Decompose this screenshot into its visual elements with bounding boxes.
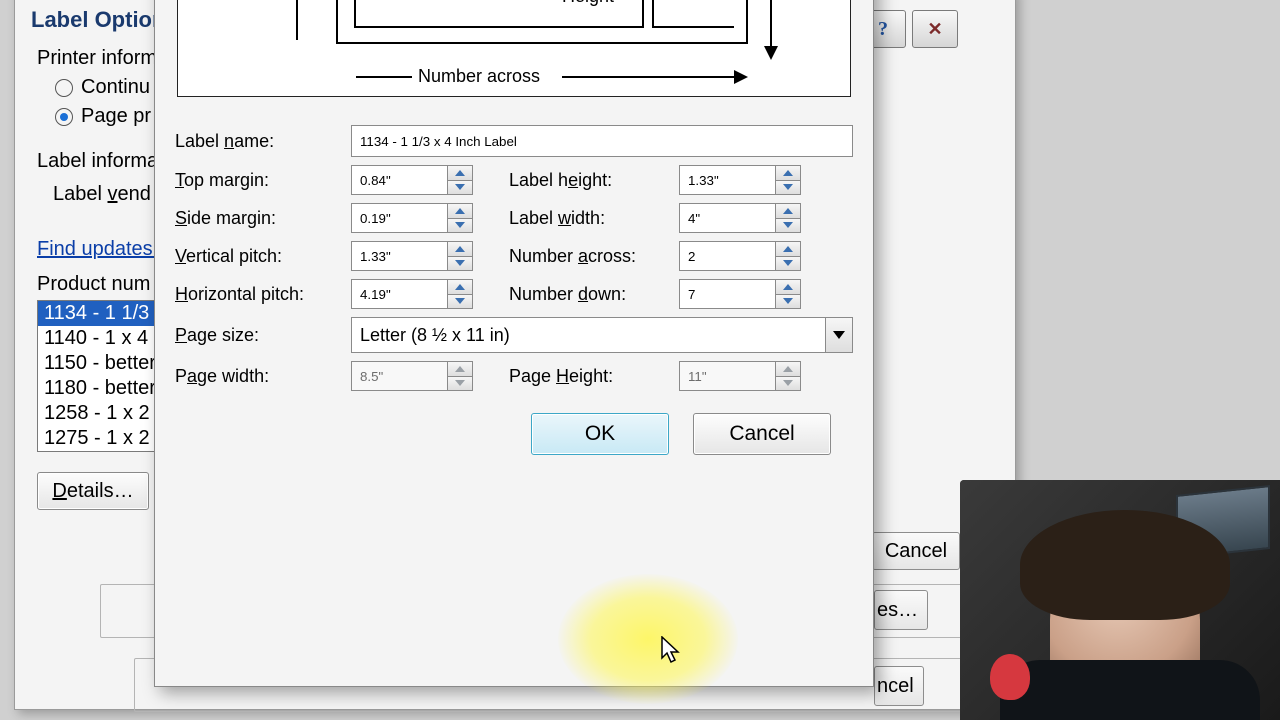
side-margin-label: Side margin: [175,208,351,229]
label-details-form: Label name: Top margin: Label height: Si… [155,107,873,455]
dropdown-icon[interactable] [825,318,852,352]
cancel-button-bg[interactable]: Cancel [872,532,960,570]
spinner-icon[interactable] [775,203,801,233]
page-size-value: Letter (8 ½ x 11 in) [352,325,825,346]
radio-continuous-label: Continu [81,76,150,99]
horizontal-pitch-label: Horizontal pitch: [175,284,351,305]
vertical-pitch-label: Vertical pitch: [175,246,351,267]
radio-unchecked-icon [55,79,73,97]
details-button[interactable]: Details… [37,472,149,510]
page-height-label: Page Height: [509,366,679,387]
spinner-icon[interactable] [447,279,473,309]
radio-checked-icon [55,108,73,126]
side-margin-input[interactable] [351,203,473,233]
page-size-select[interactable]: Letter (8 ½ x 11 in) [351,317,853,353]
page-size-label: Page size: [175,325,351,346]
label-width-input[interactable] [679,203,801,233]
list-item[interactable]: 1275 - 1 x 2 [38,426,166,451]
top-margin-label: Top margin: [175,170,351,191]
product-number-list[interactable]: 1134 - 1 1/3 x 4 1140 - 1 x 4 1150 - bet… [37,300,167,452]
list-item[interactable]: 1180 - better [38,376,166,401]
diagram-number-across: Number across [418,66,540,87]
horizontal-pitch-input[interactable] [351,279,473,309]
number-down-input[interactable] [679,279,801,309]
ok-button-label: OK [585,422,615,446]
number-across-input[interactable] [679,241,801,271]
label-name-input[interactable] [351,125,853,157]
details-button-label: Details… [52,480,133,503]
label-details-dialog: Top margin Vertical pitch Width Height H… [154,0,874,687]
page-height-input [679,361,801,391]
top-margin-input[interactable] [351,165,473,195]
close-icon: ✕ [927,19,942,40]
list-item[interactable]: 1150 - better [38,351,166,376]
spinner-icon [775,361,801,391]
list-item[interactable]: 1134 - 1 1/3 x 4 [38,301,166,326]
help-icon: ? [878,18,888,41]
spinner-icon[interactable] [775,279,801,309]
spinner-icon[interactable] [447,203,473,233]
label-height-input[interactable] [679,165,801,195]
spinner-icon [447,361,473,391]
label-width-label: Label width: [509,208,679,229]
label-diagram: Top margin Vertical pitch Width Height H… [177,0,851,97]
radio-page-label: Page pr [81,105,151,128]
cancel-button[interactable]: Cancel [693,413,831,455]
page-width-input [351,361,473,391]
list-item[interactable]: 1258 - 1 x 2 [38,401,166,426]
label-height-label: Label height: [509,170,679,191]
close-button[interactable]: ✕ [912,10,958,48]
label-name-label: Label name: [175,131,351,152]
list-item[interactable]: 1140 - 1 x 4 [38,326,166,351]
cancel-button-label: Cancel [729,422,794,446]
diagram-page [336,0,748,44]
number-across-label: Number across: [509,246,679,267]
webcam-overlay [960,480,1280,720]
number-down-label: Number down: [509,284,679,305]
spinner-icon[interactable] [447,165,473,195]
spinner-icon[interactable] [775,165,801,195]
ok-button[interactable]: OK [531,413,669,455]
page-width-label: Page width: [175,366,351,387]
diagram-height: Height [562,0,614,7]
spinner-icon[interactable] [447,241,473,271]
spinner-icon[interactable] [775,241,801,271]
vertical-pitch-input[interactable] [351,241,473,271]
